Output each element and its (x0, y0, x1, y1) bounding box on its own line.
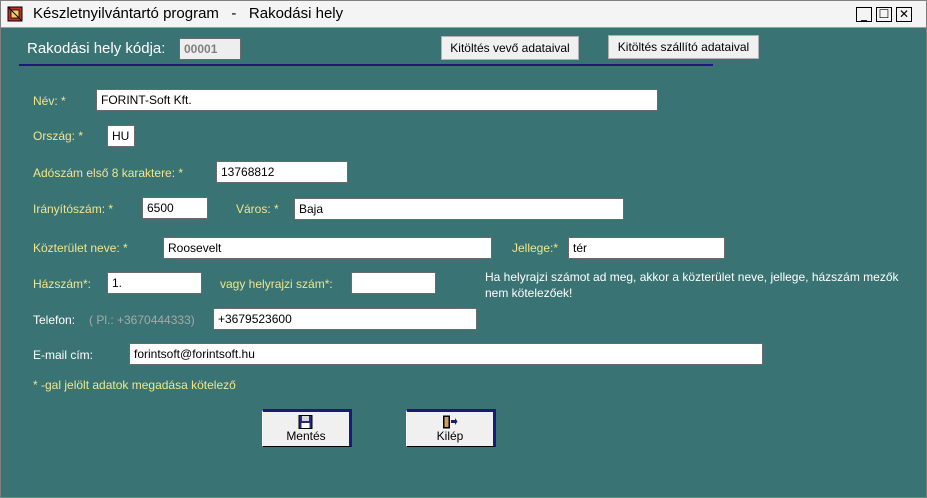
street-label: Közterület neve: * (33, 241, 128, 255)
phone-label: Telefon: (33, 313, 76, 327)
phone-field[interactable]: +3679523600 (213, 308, 477, 330)
zip-label: Irányítószám: * (33, 202, 114, 216)
save-button[interactable]: Mentés (262, 409, 352, 447)
lot-note-line2: nem kötelezőek! (485, 286, 573, 300)
name-label: Név: * (33, 94, 66, 108)
country-field[interactable]: HU (107, 125, 135, 147)
city-field[interactable]: Baja (294, 198, 624, 220)
tax-number-label: Adószám első 8 karaktere: * (33, 166, 184, 180)
title-bar[interactable]: Készletnyilvántartó program - Rakodási h… (1, 1, 926, 28)
lot-number-field[interactable] (351, 272, 436, 294)
street-type-label: Jellege:* (512, 241, 559, 255)
code-label: Rakodási hely kódja: (27, 40, 166, 57)
zip-field[interactable]: 6500 (142, 197, 208, 219)
lot-note-line1: Ha helyrajzi számot ad meg, akkor a közt… (485, 270, 899, 284)
exit-door-icon (443, 415, 458, 429)
house-number-field[interactable]: 1. (107, 272, 202, 294)
header-divider (19, 64, 713, 66)
email-field[interactable]: forintsoft@forintsoft.hu (129, 343, 763, 365)
maximize-button[interactable]: ☐ (876, 7, 892, 22)
city-label: Város: * (236, 202, 279, 216)
exit-button[interactable]: Kilép (406, 409, 496, 447)
window-title: Készletnyilvántartó program - Rakodási h… (33, 5, 344, 22)
lot-number-label: vagy helyrajzi szám*: (220, 277, 333, 291)
floppy-disk-icon (298, 415, 313, 429)
email-label: E-mail cím: (33, 348, 93, 362)
name-field[interactable]: FORINT-Soft Kft. (96, 89, 658, 111)
minimize-button[interactable]: _ (856, 7, 872, 22)
street-field[interactable]: Roosevelt (163, 237, 492, 259)
app-window: Készletnyilvántartó program - Rakodási h… (0, 0, 927, 498)
fill-supplier-button[interactable]: Kitöltés szállító adataival (608, 35, 759, 59)
exit-button-label: Kilép (436, 429, 464, 443)
house-number-label: Házszám*: (33, 277, 92, 291)
street-type-field[interactable]: tér (568, 237, 725, 259)
save-button-label: Mentés (286, 429, 326, 443)
app-icon (7, 6, 23, 22)
required-note: * -gal jelölt adatok megadása kötelező (33, 378, 236, 392)
tax-number-field[interactable]: 13768812 (216, 161, 348, 183)
country-label: Ország: * (33, 129, 84, 143)
code-field: 00001 (179, 38, 241, 60)
close-button[interactable]: ✕ (896, 7, 912, 22)
fill-customer-button[interactable]: Kitöltés vevő adataival (441, 36, 579, 60)
phone-hint: ( Pl.: +3670444333) (89, 313, 195, 327)
